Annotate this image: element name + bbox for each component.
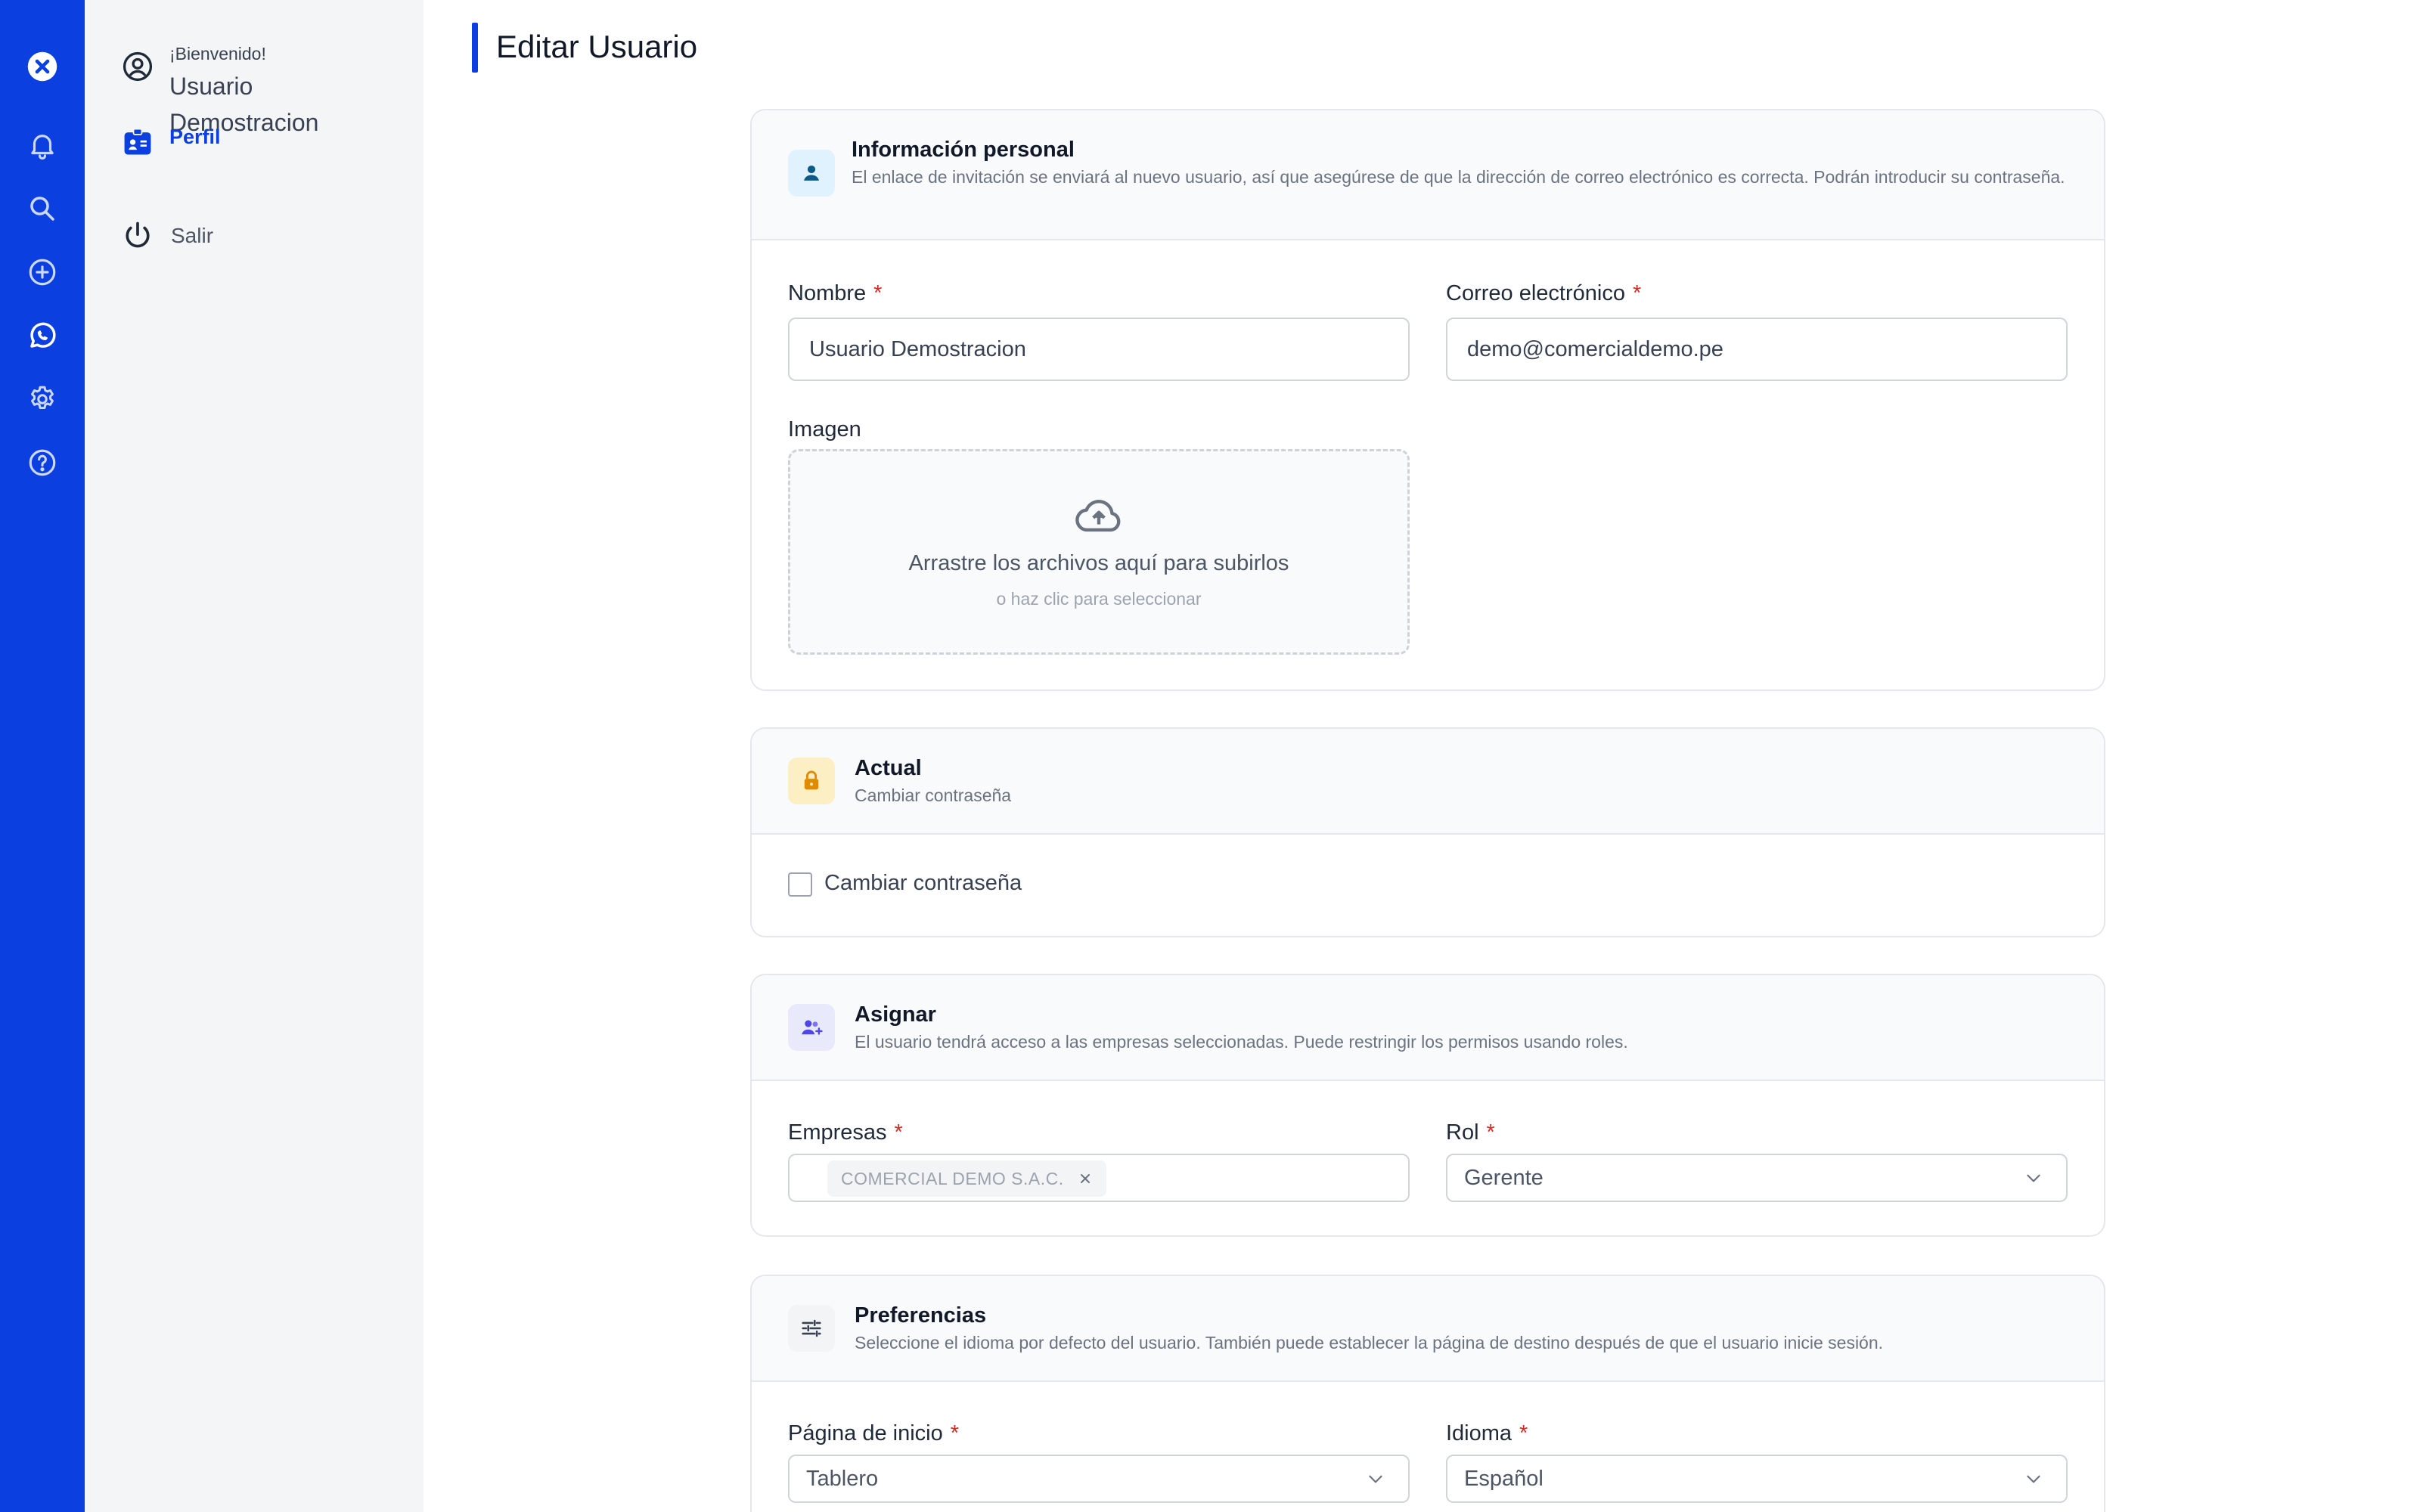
role-value: Gerente [1464,1165,1544,1190]
user-add-icon [788,1004,835,1051]
id-badge-icon [124,128,151,155]
language-select[interactable]: Español [1446,1455,2068,1503]
name-field[interactable]: Usuario Demostracion [788,318,1410,381]
chevron-down-icon [1369,1475,1382,1483]
change-password-label[interactable]: Cambiar contraseña [824,871,1022,896]
chevron-down-icon [2027,1475,2040,1483]
assign-card: Asignar El usuario tendrá acceso a las e… [750,974,2105,1237]
sidebar: ¡Bienvenido! Usuario Demostracion Perfil… [85,0,424,1512]
name-label: Nombre * [788,281,883,305]
companies-label: Empresas * [788,1120,903,1145]
user-circle-icon [123,51,153,82]
add-circle-icon[interactable] [21,251,64,293]
home-page-select[interactable]: Tablero [788,1455,1410,1503]
home-page-value: Tablero [806,1466,879,1491]
remove-chip-icon[interactable] [1078,1171,1093,1186]
sliders-icon [788,1305,835,1352]
assign-title: Asignar [855,1002,936,1027]
preferences-description: Seleccione el idioma por defecto del usu… [855,1333,1884,1352]
gear-icon[interactable] [21,378,64,420]
password-description: Cambiar contraseña [855,785,1012,805]
role-label: Rol * [1446,1120,1495,1145]
logout-link[interactable]: Salir [121,219,213,253]
companies-multiselect[interactable]: COMERCIAL DEMO S.A.C. [788,1154,1410,1202]
personal-info-card: Información personal El enlace de invita… [750,109,2105,691]
preferences-card: Preferencias Seleccione el idioma por de… [750,1275,2105,1512]
profile-link[interactable]: Perfil [121,125,221,159]
email-field[interactable]: demo@comercialdemo.pe [1446,318,2068,381]
power-icon [126,222,150,248]
company-chip: COMERCIAL DEMO S.A.C. [827,1160,1106,1197]
welcome-text: ¡Bienvenido! [169,44,266,64]
profile-label: Perfil [169,125,221,148]
password-card: Actual Cambiar contraseña Cambiar contra… [750,727,2105,937]
preferences-title: Preferencias [855,1303,987,1328]
language-value: Español [1464,1466,1544,1491]
assign-description: El usuario tendrá acceso a las empresas … [855,1032,1628,1052]
dropzone-instruction: Arrastre los archivos aquí para subirlos [908,551,1289,575]
preferences-header: Preferencias Seleccione el idioma por de… [752,1276,2104,1382]
whatsapp-icon[interactable] [21,314,64,357]
search-icon[interactable] [21,187,64,230]
chevron-down-icon [2027,1174,2040,1182]
page-title-accent [472,23,478,73]
language-label: Idioma * [1446,1421,1528,1445]
help-icon[interactable] [21,442,64,484]
image-dropzone[interactable]: Arrastre los archivos aquí para subirlos… [788,449,1410,655]
cloud-upload-icon [1075,500,1121,532]
image-label: Imagen [788,417,861,442]
personal-info-title: Información personal [852,138,1075,162]
home-page-label: Página de inicio * [788,1421,960,1445]
page-title: Editar Usuario [496,29,698,64]
company-chip-label: COMERCIAL DEMO S.A.C. [841,1168,1064,1188]
personal-info-description: El enlace de invitación se enviará al nu… [852,167,2065,187]
user-icon [788,150,835,197]
assign-header: Asignar El usuario tendrá acceso a las e… [752,975,2104,1081]
dropzone-hint: o haz clic para seleccionar [996,589,1202,609]
lock-icon [788,758,835,804]
close-icon[interactable] [21,45,64,88]
change-password-checkbox[interactable] [788,872,812,897]
personal-info-header: Información personal El enlace de invita… [752,110,2104,240]
logout-label: Salir [171,224,214,247]
app-rail [0,0,85,1512]
email-label: Correo electrónico * [1446,281,1642,305]
bell-icon[interactable] [21,124,64,166]
role-select[interactable]: Gerente [1446,1154,2068,1202]
password-header: Actual Cambiar contraseña [752,729,2104,835]
password-title: Actual [855,756,922,780]
